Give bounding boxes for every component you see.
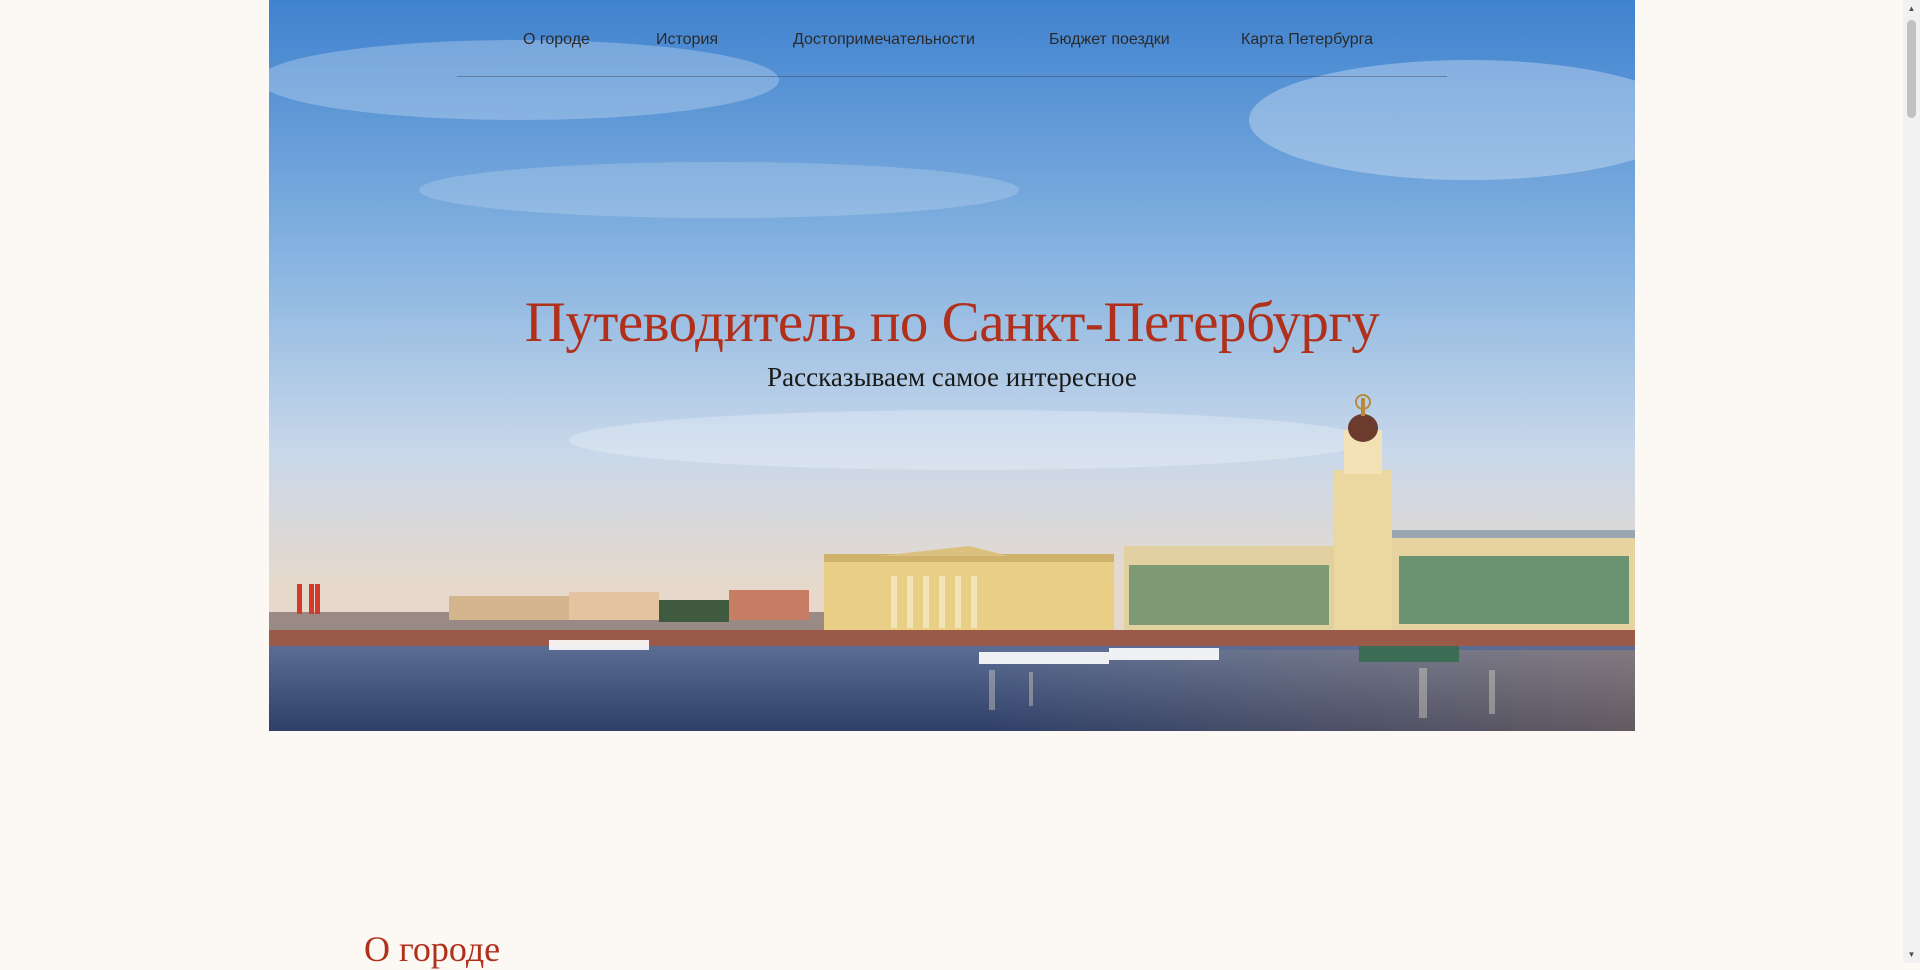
nav-link-sights[interactable]: Достопримечательности: [793, 31, 975, 49]
nav-link-history[interactable]: История: [656, 31, 718, 49]
vertical-scrollbar[interactable]: ▲ ▼: [1903, 0, 1920, 963]
hero-subtitle: Рассказываем самое интересное: [767, 362, 1137, 392]
scrollbar-thumb[interactable]: [1907, 20, 1916, 118]
hero-title: Путеводитель по Санкт-Петербургу: [524, 291, 1380, 354]
hero-banner: О городе История Достопримечательности Б…: [269, 0, 1635, 731]
section-title-about-city: О городе: [364, 929, 501, 969]
nav-link-map[interactable]: Карта Петербурга: [1241, 31, 1373, 49]
scroll-up-arrow-icon[interactable]: ▲: [1903, 0, 1920, 17]
top-navigation: О городе История Достопримечательности Б…: [457, 0, 1447, 77]
nav-link-budget[interactable]: Бюджет поездки: [1049, 31, 1170, 49]
nav-link-about-city[interactable]: О городе: [523, 31, 590, 49]
scroll-down-arrow-icon[interactable]: ▼: [1903, 946, 1920, 963]
